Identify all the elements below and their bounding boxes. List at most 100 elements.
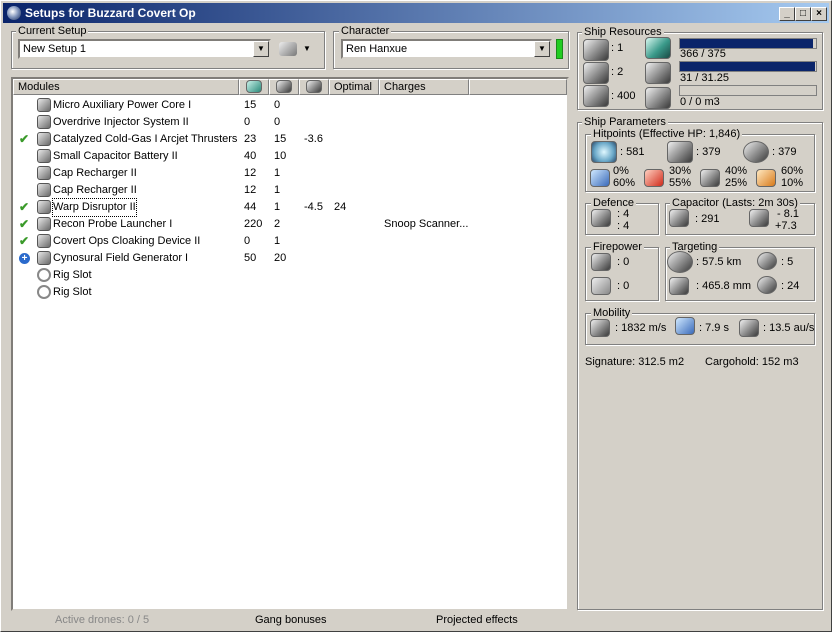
module-cpu: 15 bbox=[244, 99, 257, 111]
module-row[interactable]: ✔ Recon Probe Launcher I 220 2 Snoop Scanner… bbox=[13, 216, 567, 233]
cpu-bar-fill bbox=[680, 39, 813, 48]
cpu-icon bbox=[645, 37, 671, 59]
projected-effects-tab[interactable]: Projected effects bbox=[436, 614, 518, 626]
active-check-icon[interactable]: ✔ bbox=[19, 216, 29, 233]
close-button[interactable]: × bbox=[811, 7, 827, 21]
injector-icon bbox=[37, 115, 51, 129]
module-powergrid: 0 bbox=[274, 116, 281, 128]
drone-bay-bar bbox=[679, 85, 817, 96]
turret-icon bbox=[591, 253, 611, 271]
offline-state-icon[interactable]: + bbox=[19, 253, 30, 264]
active-check-icon[interactable]: ✔ bbox=[19, 233, 29, 250]
warp-speed-icon bbox=[739, 319, 759, 337]
active-drones-tab[interactable]: Active drones: 0 / 5 bbox=[55, 614, 149, 626]
explosive-resist-shield: 60% bbox=[781, 165, 804, 177]
module-cpu: 0 bbox=[244, 235, 251, 247]
targeting-range-icon bbox=[667, 251, 693, 273]
current-setup-value: New Setup 1 bbox=[23, 43, 86, 55]
cpu-value: 366 / 375 bbox=[680, 48, 726, 60]
gang-bonuses-tab[interactable]: Gang bonuses bbox=[255, 614, 327, 626]
setup-window: Setups for Buzzard Covert Op _ □ × Curre… bbox=[0, 0, 832, 632]
armor-hp: : 379 bbox=[696, 146, 721, 158]
thermal-resist-shield: 30% bbox=[669, 165, 692, 177]
capacitor-icon bbox=[669, 209, 689, 227]
module-cpu: 50 bbox=[244, 252, 257, 264]
velocity-icon bbox=[590, 319, 610, 337]
character-value: Ren Hanxue bbox=[346, 43, 408, 55]
module-name: Rig Slot bbox=[53, 269, 92, 281]
minimize-button[interactable]: _ bbox=[779, 7, 795, 21]
module-name: Cap Recharger II bbox=[53, 167, 137, 179]
module-row[interactable]: ✔ Covert Ops Cloaking Device II 0 1 bbox=[13, 233, 567, 250]
armor-icon bbox=[667, 141, 693, 163]
high-slot-icon bbox=[583, 39, 609, 61]
module-cpu: 12 bbox=[244, 184, 257, 196]
column-header-charges[interactable]: Charges bbox=[379, 79, 469, 95]
module-row[interactable]: ✔ Catalyzed Cold-Gas I Arcjet Thrusters 23… bbox=[13, 131, 567, 148]
sensor-strength: : 24 bbox=[781, 280, 800, 292]
explosive-resist-armor: 10% bbox=[781, 177, 804, 189]
module-row[interactable]: Micro Auxiliary Power Core I 15 0 bbox=[13, 97, 567, 114]
module-charges: Snoop Scanner... bbox=[384, 218, 469, 230]
modules-list[interactable]: Modules Optimal Charges Micro Auxiliary … bbox=[11, 77, 569, 611]
ship-menu-button[interactable]: ▼ bbox=[279, 41, 313, 59]
column-header-modules[interactable]: Modules bbox=[13, 79, 239, 95]
missile-icon bbox=[591, 277, 611, 295]
powergrid-icon bbox=[276, 80, 292, 93]
powergrid-icon bbox=[645, 62, 671, 84]
module-row[interactable]: ✔ Warp Disruptor II 44 1 -4.5 24 bbox=[13, 198, 567, 217]
module-cpu: 23 bbox=[244, 133, 257, 145]
module-name: Recon Probe Launcher I bbox=[53, 218, 173, 230]
chevron-down-icon[interactable]: ▼ bbox=[534, 41, 550, 57]
column-header-cpu[interactable] bbox=[239, 79, 269, 95]
em-resist-shield: 0% bbox=[613, 165, 629, 177]
module-row[interactable]: Rig Slot bbox=[13, 267, 567, 284]
ship-parameters-label: Ship Parameters bbox=[582, 116, 668, 128]
module-row[interactable]: Small Capacitor Battery II 40 10 bbox=[13, 148, 567, 165]
column-header-powergrid[interactable] bbox=[269, 79, 299, 95]
column-header-capacitor[interactable] bbox=[299, 79, 329, 95]
module-name: Small Capacitor Battery II bbox=[53, 150, 178, 162]
module-name: Micro Auxiliary Power Core I bbox=[53, 99, 192, 111]
module-row[interactable]: Cap Recharger II 12 1 bbox=[13, 182, 567, 199]
module-row[interactable]: Cap Recharger II 12 1 bbox=[13, 165, 567, 182]
active-check-icon[interactable]: ✔ bbox=[19, 199, 29, 216]
app-icon bbox=[7, 6, 21, 20]
module-name: Catalyzed Cold-Gas I Arcjet Thrusters bbox=[53, 133, 238, 145]
current-setup-select[interactable]: New Setup 1 ▼ bbox=[18, 39, 271, 59]
defence-icon bbox=[591, 209, 611, 227]
column-header-optimal[interactable]: Optimal bbox=[329, 79, 379, 95]
module-powergrid: 1 bbox=[274, 184, 281, 196]
thermal-resist-armor: 55% bbox=[669, 177, 692, 189]
kinetic-resist-armor: 25% bbox=[725, 177, 748, 189]
maximize-button[interactable]: □ bbox=[795, 7, 811, 21]
chevron-down-icon[interactable]: ▼ bbox=[253, 41, 269, 57]
defence-bottom: : 4 bbox=[617, 220, 630, 232]
character-select[interactable]: Ren Hanxue ▼ bbox=[341, 39, 552, 59]
cyno-icon bbox=[37, 251, 51, 265]
max-targets-icon bbox=[757, 252, 777, 270]
powergrid-bar-fill bbox=[680, 62, 815, 71]
module-cpu: 220 bbox=[244, 218, 263, 230]
rig-slot-icon bbox=[37, 268, 51, 282]
kinetic-resist-icon bbox=[700, 169, 720, 187]
capacitor-icon bbox=[306, 80, 322, 93]
capacitor-battery-icon bbox=[37, 149, 51, 163]
rig-slot-icon bbox=[37, 285, 51, 299]
module-row[interactable]: + Cynosural Field Generator I 50 20 bbox=[13, 250, 567, 267]
explosive-resist-icon bbox=[756, 169, 776, 187]
module-row[interactable]: Overdrive Injector System II 0 0 bbox=[13, 114, 567, 131]
module-row[interactable]: Rig Slot bbox=[13, 284, 567, 301]
max-targets: : 5 bbox=[781, 256, 794, 268]
module-powergrid: 15 bbox=[274, 133, 287, 145]
module-name: Rig Slot bbox=[53, 286, 92, 298]
powergrid-bar bbox=[679, 61, 817, 72]
max-velocity: : 1832 m/s bbox=[615, 322, 667, 334]
signature-radius: Signature: 312.5 m2 bbox=[585, 356, 685, 368]
med-slots-value: : 2 bbox=[611, 66, 624, 78]
module-powergrid: 1 bbox=[274, 235, 281, 247]
module-cpu: 12 bbox=[244, 167, 257, 179]
probe-launcher-icon bbox=[37, 217, 51, 231]
active-check-icon[interactable]: ✔ bbox=[19, 131, 29, 148]
em-resist-icon bbox=[590, 169, 610, 187]
